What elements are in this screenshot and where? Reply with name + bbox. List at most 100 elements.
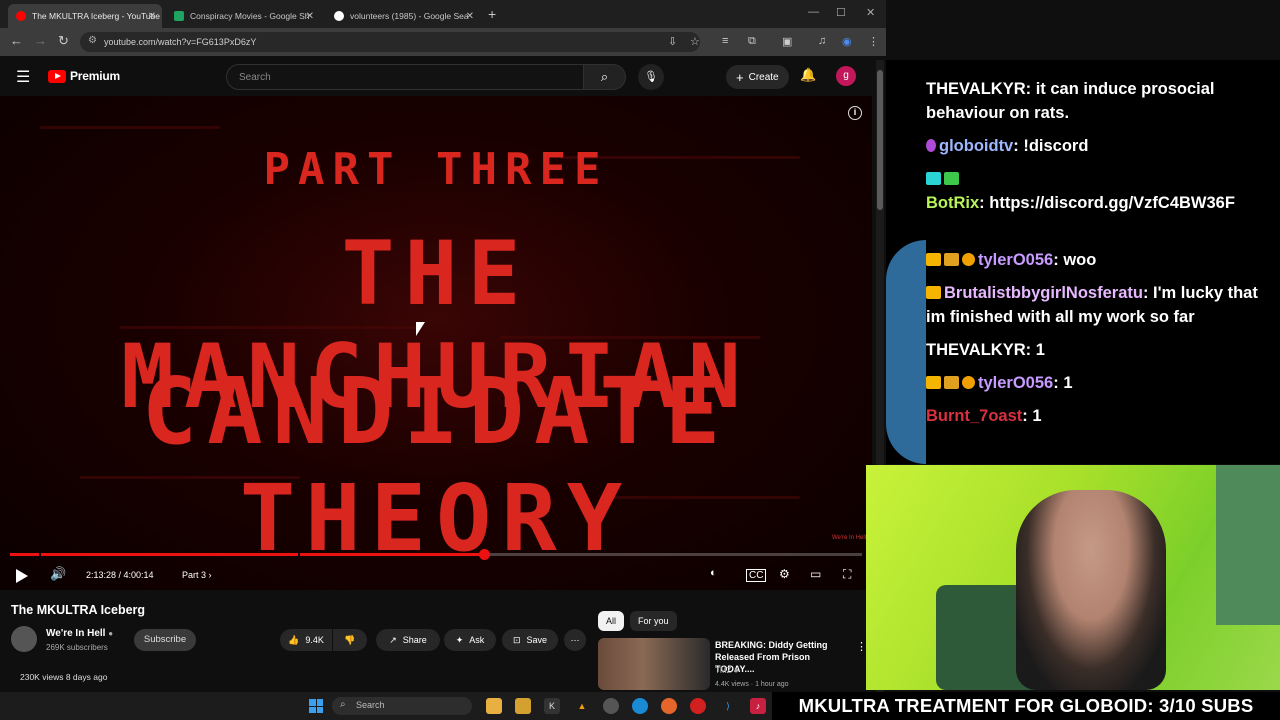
search-button[interactable]: ⌕ [584, 64, 626, 90]
profile-icon[interactable]: ◉ [842, 35, 852, 48]
address-bar[interactable]: ⚙ youtube.com/watch?v=FG613PxD6zY [80, 32, 700, 52]
ask-button[interactable]: ✦ Ask [444, 629, 496, 651]
subscriber-badge-icon [944, 253, 959, 266]
channel-avatar[interactable] [11, 626, 37, 652]
account-avatar[interactable]: g [836, 66, 856, 86]
tab-youtube[interactable]: The MKULTRA Iceberg - YouTube ✕ [8, 4, 162, 28]
chat-text: 1 [1063, 374, 1073, 392]
file-explorer-icon[interactable] [486, 698, 502, 714]
fullscreen-icon[interactable]: ⛶ [843, 567, 851, 582]
tab-google-search[interactable]: volunteers (1985) - Google Sea ✕ [326, 4, 480, 28]
tab-title: volunteers (1985) - Google Sea [350, 11, 469, 21]
youtube-header: ☰ Premium Search ⌕ 🎙 + Create 🔔 g [0, 56, 886, 96]
tier-one-badge-icon [962, 253, 975, 266]
tab-bar: The MKULTRA Iceberg - YouTube ✕ Conspira… [0, 0, 886, 28]
youtube-play-logo-icon [48, 69, 66, 83]
search-input[interactable]: Search [226, 64, 584, 90]
tab-sheets[interactable]: Conspiracy Movies - Google Sh ✕ [166, 4, 320, 28]
notifications-bell-icon[interactable]: 🔔 [800, 67, 816, 83]
recommended-channel[interactable]: TMZ ● [715, 666, 739, 675]
chat-username: tylerO056 [978, 374, 1054, 392]
reading-list-icon[interactable]: ≡ [722, 35, 728, 47]
tiktok-icon[interactable]: ♪ [750, 698, 766, 714]
obs-icon[interactable] [603, 698, 619, 714]
bookmark-star-icon[interactable]: ☆ [690, 35, 700, 48]
site-info-icon[interactable]: ⚙ [88, 35, 97, 46]
screenshot-icon[interactable]: ▣ [782, 35, 792, 48]
minimize-icon[interactable]: — [808, 6, 819, 18]
search-icon: ⌕ [600, 69, 609, 84]
plus-icon: + [736, 69, 744, 85]
stream-ticker: MKULTRA TREATMENT FOR GLOBOID: 3/10 SUBS [772, 692, 1280, 720]
reload-icon[interactable]: ↻ [58, 33, 69, 49]
media-app-icon[interactable] [690, 698, 706, 714]
autoplay-toggle-icon[interactable]: ◐ [710, 567, 717, 579]
chapter-title[interactable]: Part 3 › [182, 570, 212, 580]
chat-username: THEVALKYR [926, 341, 1026, 359]
channel-name[interactable]: We're In Hell ● [46, 628, 113, 639]
video-heading-line2: CANDIDATE THEORY [141, 358, 731, 572]
back-icon[interactable]: ← [10, 33, 23, 48]
hamburger-menu-icon[interactable]: ☰ [16, 67, 30, 87]
recommended-thumbnail[interactable] [598, 638, 710, 690]
firefox-icon[interactable] [661, 698, 677, 714]
captions-icon[interactable]: CC [746, 569, 767, 582]
maximize-icon[interactable]: ☐ [836, 6, 846, 19]
play-icon[interactable] [16, 569, 28, 583]
create-button[interactable]: + Create [726, 65, 789, 89]
like-button[interactable]: 👍 9.4K [280, 629, 332, 651]
new-tab-icon[interactable]: + [488, 6, 496, 22]
youtube-premium-logo[interactable]: Premium [48, 69, 120, 83]
save-button[interactable]: ⊡ Save [502, 629, 558, 651]
close-tab-icon[interactable]: ✕ [148, 11, 156, 22]
forward-icon[interactable]: → [34, 33, 47, 48]
moderator-sword-icon [926, 172, 941, 185]
google-favicon-icon [334, 11, 344, 21]
media-controls-icon[interactable]: ♫ [818, 35, 826, 47]
scrollbar-thumb[interactable] [877, 70, 883, 210]
vscode-icon[interactable]: ⟩ [720, 698, 736, 714]
close-tab-icon[interactable]: ✕ [466, 11, 474, 22]
close-window-icon[interactable]: ✕ [866, 6, 875, 19]
chat-message: BotRix: https://discord.gg/VzfC4BW36F [926, 168, 1266, 215]
share-button[interactable]: ↗ Share [376, 629, 440, 651]
filter-chip-for-you[interactable]: For you [630, 611, 677, 631]
channel-watermark[interactable]: We're In Hell [832, 535, 866, 542]
settings-gear-icon[interactable]: ⚙ [779, 567, 790, 581]
app-icon[interactable] [515, 698, 531, 714]
vlc-icon[interactable]: ▲ [574, 698, 590, 714]
subscriber-badge-icon [944, 376, 959, 389]
filter-chip-all[interactable]: All [598, 611, 625, 631]
chat-message: BrutalistbbygirlNosferatu: I'm lucky tha… [926, 284, 1258, 326]
taskbar-search[interactable]: ⌕ Search [332, 697, 472, 715]
install-icon[interactable]: ⇩ [668, 35, 677, 48]
theater-mode-icon[interactable]: ▭ [810, 567, 821, 581]
volume-icon[interactable]: 🔊 [50, 566, 66, 582]
chat-message: tylerO056: 1 [926, 372, 1266, 396]
voice-search-button[interactable]: 🎙 [638, 64, 664, 90]
bot-badge-icon [944, 172, 959, 185]
player-controls: 🔊 2:13:28 / 4:00:14 Part 3 › ◐ CC ⚙ ▭ ⛶ [0, 564, 872, 590]
app-icon[interactable]: K [544, 698, 560, 714]
progress-scrubber[interactable] [478, 549, 490, 560]
youtube-favicon-icon [16, 11, 26, 21]
progress-bar[interactable] [10, 549, 862, 560]
time-display: 2:13:28 / 4:00:14 [86, 570, 154, 580]
extensions-icon[interactable]: ⧉ [748, 35, 756, 48]
more-actions-button[interactable]: ⋯ [564, 629, 586, 651]
info-icon[interactable]: i [848, 106, 862, 120]
video-player[interactable]: PART THREE THE MANCHURIAN CANDIDATE THEO… [0, 96, 872, 590]
tab-title: The MKULTRA Iceberg - YouTube [32, 11, 161, 21]
windows-start-icon[interactable] [309, 699, 323, 713]
subscribe-button[interactable]: Subscribe [134, 629, 196, 651]
view-count-date: 230K views 8 days ago [20, 672, 108, 682]
chat-text: 1 [1035, 341, 1045, 359]
chat-username: BrutalistbbygirlNosferatu [944, 284, 1143, 302]
browser-menu-icon[interactable]: ⋮ [868, 35, 879, 48]
close-tab-icon[interactable]: ✕ [306, 11, 314, 22]
chat-text: !discord [1023, 137, 1089, 155]
create-label: Create [748, 71, 779, 83]
dislike-button[interactable]: 👎 [333, 629, 367, 651]
thumbs-up-icon: 👍 [288, 634, 300, 645]
edge-icon[interactable] [632, 698, 648, 714]
